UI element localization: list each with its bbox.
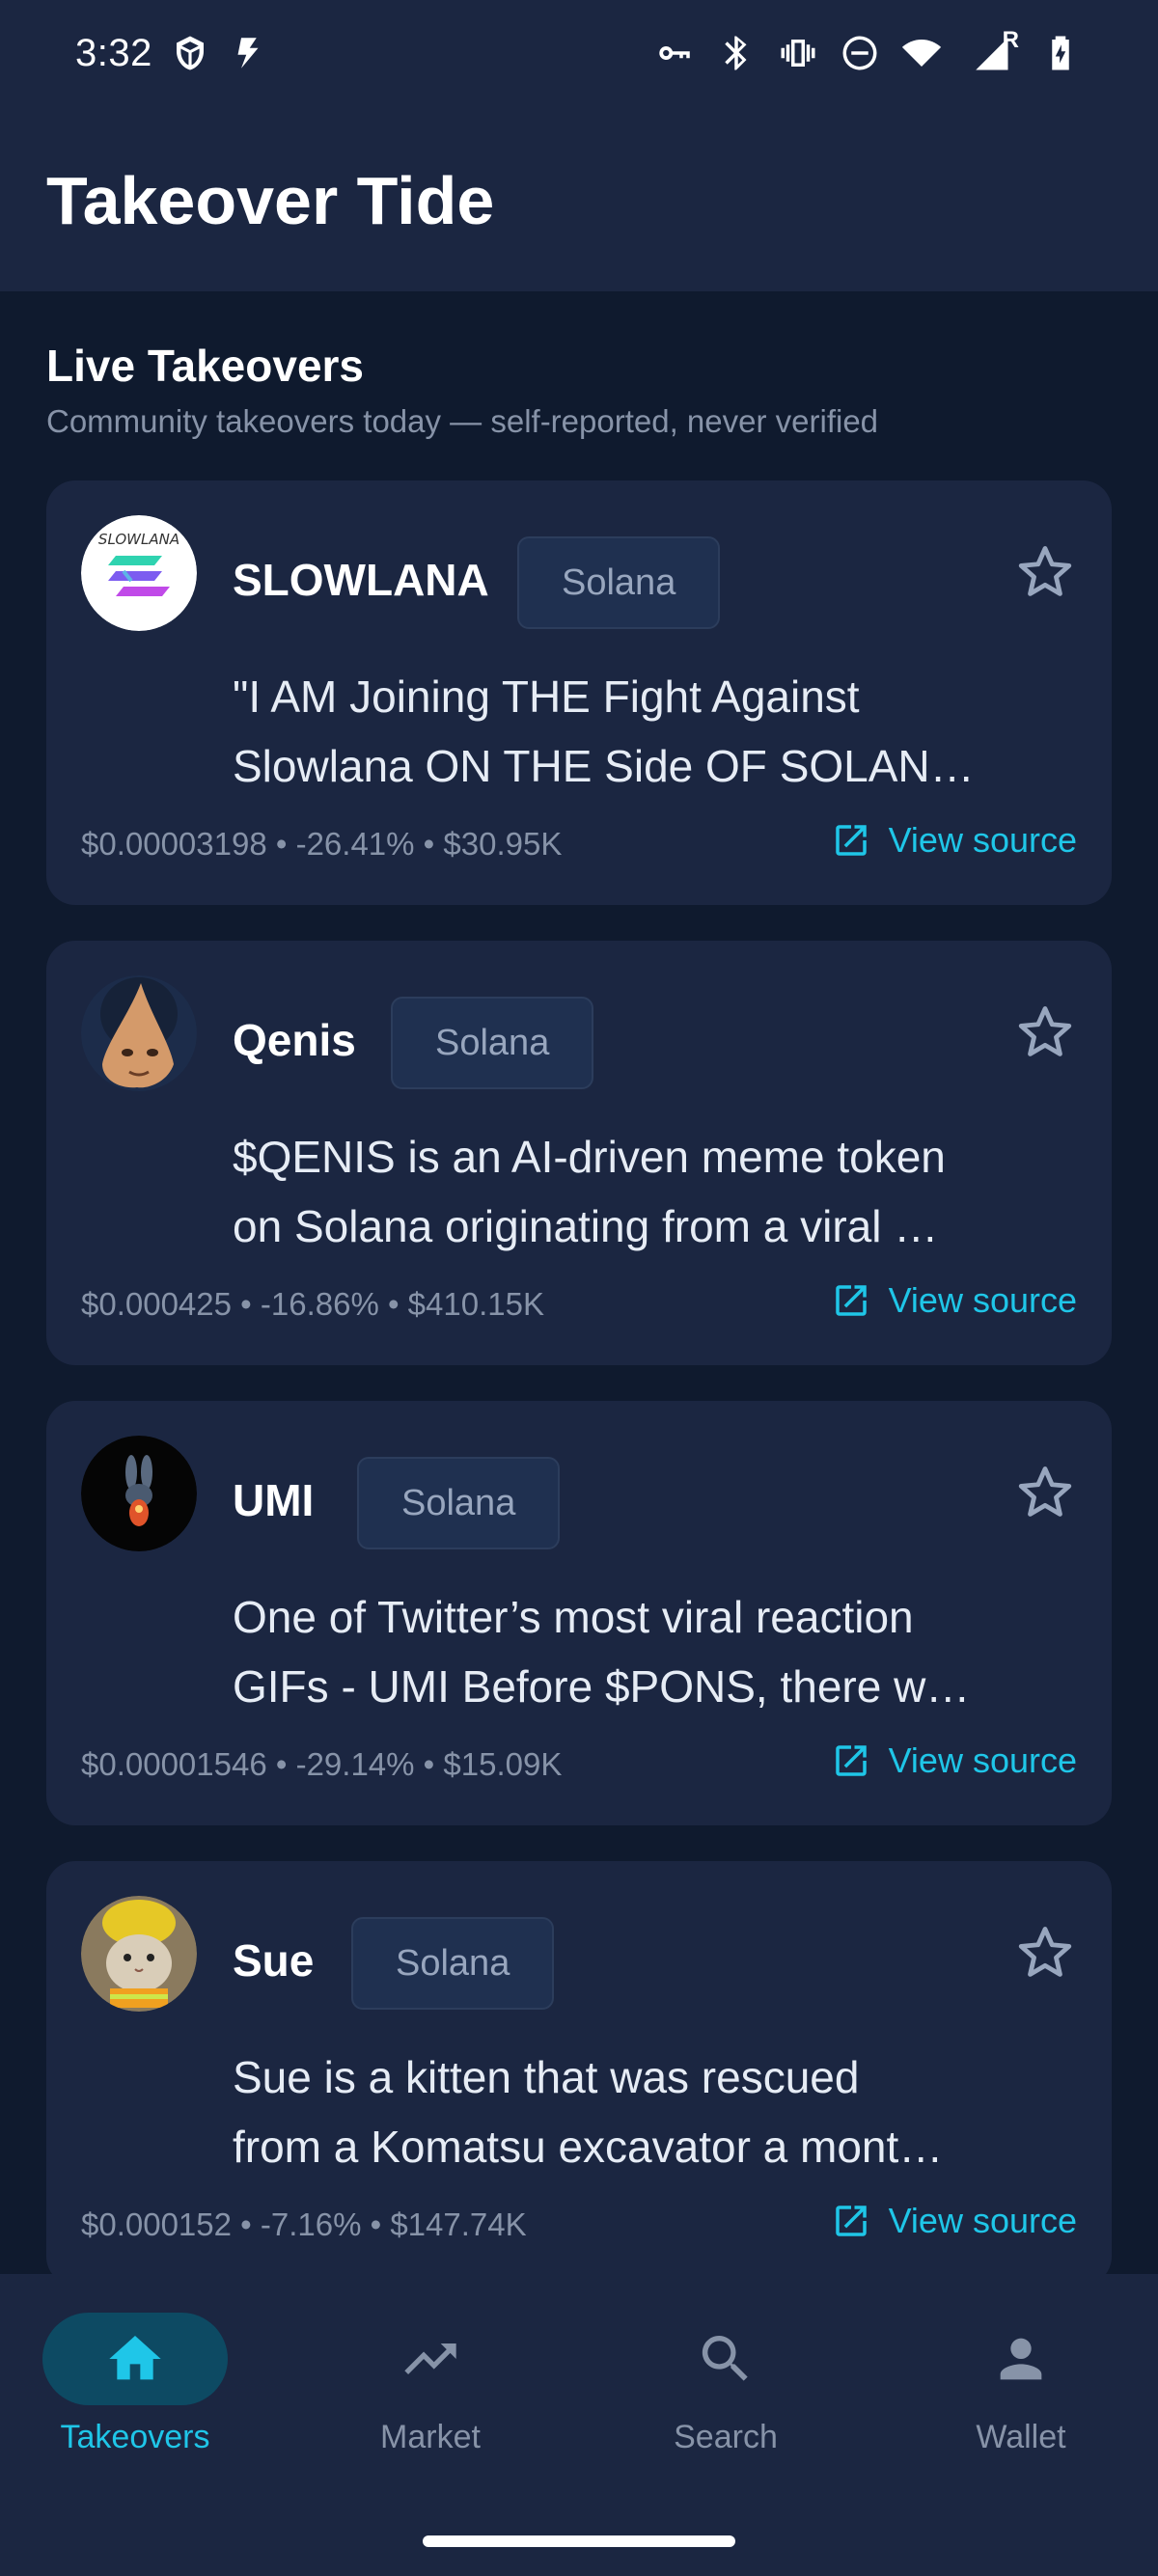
nav-label: Market [380, 2419, 481, 2455]
nav-icon-wrap [338, 2313, 523, 2405]
description-line: on Solana originating from a viral … [233, 1201, 939, 1251]
takeover-card[interactable]: Qenis Solana $QENIS is an AI-driven meme… [46, 941, 1112, 1365]
view-source-link[interactable]: View source [831, 820, 1077, 861]
view-source-link[interactable]: View source [831, 1280, 1077, 1321]
token-avatar [81, 1436, 197, 1551]
description-line: Slowlana ON THE Side OF SOLAN… [233, 741, 975, 791]
vpn-key-icon [654, 33, 695, 73]
battery-charging-icon [1040, 33, 1081, 73]
star-outline-icon [1018, 1927, 1072, 1977]
favorite-button[interactable] [1011, 1459, 1079, 1526]
description-line: "I AM Joining THE Fight Against [233, 671, 860, 722]
home-icon [109, 2336, 161, 2380]
bluetooth-icon [716, 33, 757, 73]
description-line: from a Komatsu excavator a mont… [233, 2122, 944, 2172]
gesture-home-indicator[interactable] [423, 2535, 735, 2547]
token-name: UMI [233, 1475, 315, 1525]
view-source-label: View source [888, 2201, 1077, 2240]
open-in-new-icon [835, 2206, 867, 2236]
star-outline-icon [1018, 1466, 1072, 1517]
token-description: $QENIS is an AI-driven meme token on Sol… [233, 1122, 985, 1261]
chain-chip: Solana [391, 997, 594, 1089]
view-source-link[interactable]: View source [831, 1740, 1077, 1781]
description-line: One of Twitter’s most viral reaction [233, 1592, 914, 1642]
token-name: SLOWLANA [233, 555, 489, 605]
view-source-label: View source [888, 1740, 1077, 1780]
token-description: Sue is a kitten that was rescued from a … [233, 2042, 985, 2181]
star-outline-icon [1018, 1006, 1072, 1056]
open-in-new-icon [835, 1745, 867, 1776]
status-bar: 3:32 R [0, 0, 1158, 106]
trending-up-icon [404, 2343, 456, 2374]
token-stats: $0.00003198 • -26.41% • $30.95K [81, 826, 563, 862]
takeover-card[interactable]: UMI Solana One of Twitter’s most viral r… [46, 1401, 1112, 1825]
view-source-label: View source [888, 820, 1077, 860]
token-avatar [81, 1896, 197, 2012]
star-outline-icon [1018, 546, 1072, 596]
nav-label: Search [674, 2419, 778, 2455]
token-name: Sue [233, 1935, 315, 1986]
nav-label: Wallet [976, 2419, 1066, 2455]
bolt-app-icon [228, 33, 268, 73]
status-right: R [654, 27, 1081, 73]
do-not-disturb-icon [840, 33, 880, 73]
description-line: GIFs - UMI Before $PONS, there w… [233, 1661, 971, 1712]
favorite-button[interactable] [1011, 999, 1079, 1066]
chain-chip: Solana [357, 1457, 561, 1549]
favorite-button[interactable] [1011, 538, 1079, 606]
token-description: One of Twitter’s most viral reaction GIF… [233, 1582, 985, 1721]
shield-app-icon [170, 33, 210, 73]
vibrate-icon [778, 33, 818, 73]
nav-item-wallet[interactable]: Wallet [905, 2313, 1137, 2486]
nav-label: Takeovers [60, 2419, 210, 2455]
takeover-card[interactable]: Sue Solana Sue is a kitten that was resc… [46, 1861, 1112, 2274]
token-stats: $0.00001546 • -29.14% • $15.09K [81, 1746, 563, 1782]
section-title: Live Takeovers [46, 341, 365, 391]
chain-chip: Solana [351, 1917, 555, 2010]
status-time: 3:32 [75, 31, 152, 74]
open-in-new-icon [835, 825, 867, 856]
status-left: 3:32 [75, 32, 268, 75]
chain-chip: Solana [517, 536, 721, 629]
nav-active-indicator [42, 2313, 228, 2405]
view-source-label: View source [888, 1280, 1077, 1320]
page-title: Takeover Tide [46, 163, 495, 238]
open-in-new-icon [835, 1285, 867, 1316]
wifi-icon [901, 33, 942, 73]
nav-item-market[interactable]: Market [315, 2313, 546, 2486]
nav-icon-wrap [633, 2313, 818, 2405]
section-subtitle: Community takeovers today — self-reporte… [46, 403, 879, 439]
token-stats: $0.000152 • -7.16% • $147.74K [81, 2206, 527, 2242]
favorite-button[interactable] [1011, 1919, 1079, 1987]
takeover-card[interactable]: SLOWLANA SLOWLANA Solana "I AM Joining T… [46, 480, 1112, 905]
token-stats: $0.000425 • -16.86% • $410.15K [81, 1286, 544, 1322]
token-avatar [81, 975, 197, 1091]
nav-icon-wrap [928, 2313, 1114, 2405]
token-description: "I AM Joining THE Fight Against Slowlana… [233, 662, 985, 801]
search-icon [702, 2336, 748, 2381]
token-avatar: SLOWLANA [81, 515, 197, 631]
person-icon [1000, 2338, 1042, 2380]
avatar-lettering: SLOWLANA [98, 531, 179, 548]
app-bar: Takeover Tide [0, 106, 1158, 291]
token-name: Qenis [233, 1015, 356, 1065]
description-line: $QENIS is an AI-driven meme token [233, 1132, 946, 1182]
bottom-navigation: Takeovers Market Search Wallet [0, 2274, 1158, 2576]
description-line: Sue is a kitten that was rescued [233, 2052, 860, 2102]
nav-item-search[interactable]: Search [610, 2313, 841, 2486]
view-source-link[interactable]: View source [831, 2201, 1077, 2241]
takeovers-list[interactable]: Live Takeovers Community takeovers today… [0, 291, 1158, 2274]
roaming-indicator: R [1002, 27, 1019, 53]
nav-item-takeovers[interactable]: Takeovers [19, 2313, 251, 2486]
signal-icon: R [963, 27, 1019, 73]
